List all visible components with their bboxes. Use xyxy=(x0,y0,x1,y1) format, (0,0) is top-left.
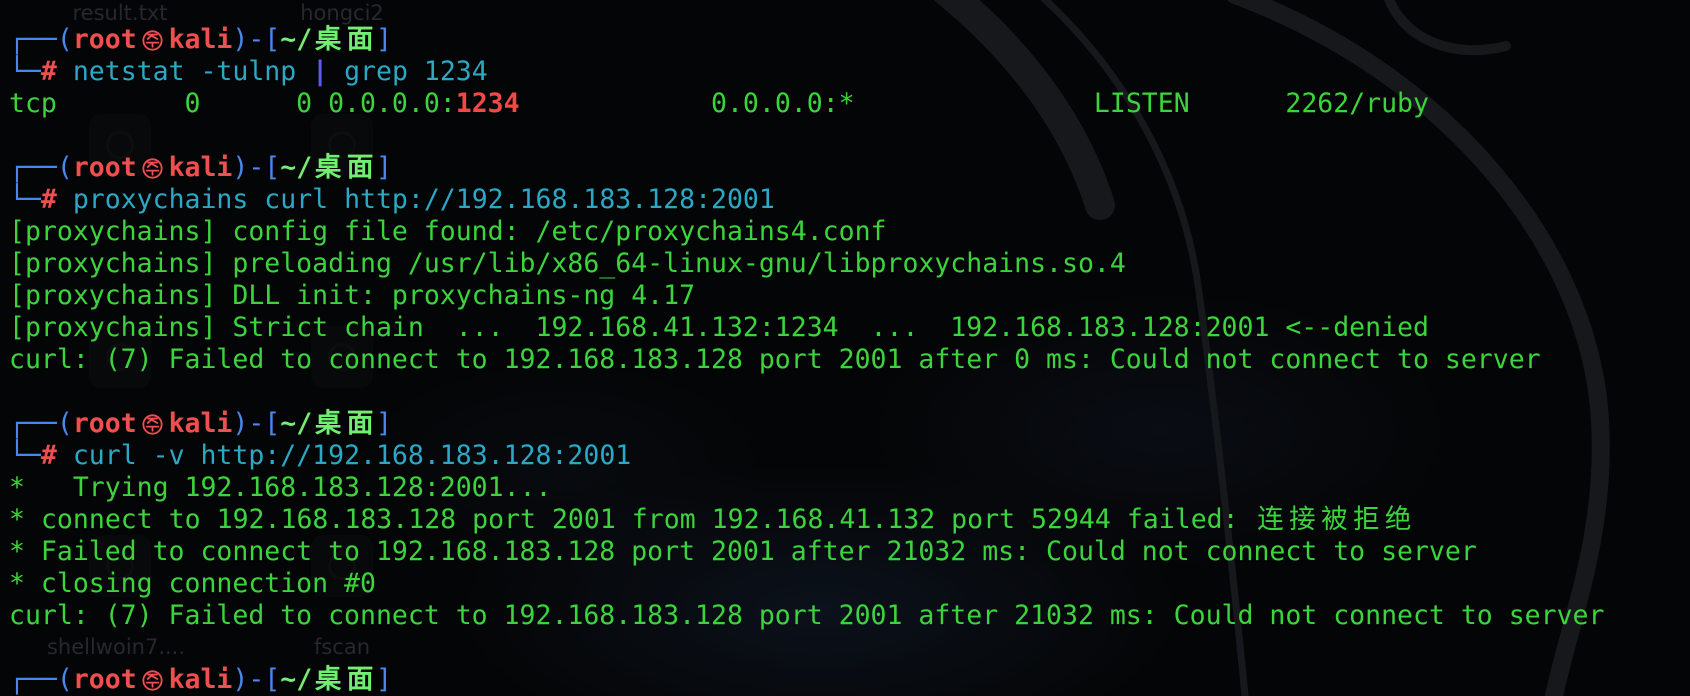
prompt-box-bottom: └─ xyxy=(9,184,41,215)
wide-char: 桌 xyxy=(314,664,342,695)
prompt-host: kali xyxy=(168,152,233,183)
output-text: [proxychains] preloading /usr/lib/x86_64… xyxy=(9,248,1126,279)
command-text: proxychains curl http://192.168.183.128:… xyxy=(72,184,775,215)
prompt-host: kali xyxy=(168,408,233,439)
prompt-box-top: ┌──( xyxy=(9,24,73,55)
prompt-path: ~/桌面 xyxy=(280,408,376,440)
prompt-host: kali xyxy=(168,24,233,55)
command-text: grep 1234 xyxy=(328,56,488,87)
output-text: * connect to 192.168.183.128 port 2001 f… xyxy=(9,504,1414,536)
prompt-path: ~/桌面 xyxy=(280,664,376,696)
command-line: └─ # proxychains curl http://192.168.183… xyxy=(9,184,1690,216)
kali-at-icon xyxy=(137,664,169,696)
prompt-line: ┌──( root kali )-[ ~/桌面 ] xyxy=(9,152,1690,184)
output-line: * closing connection #0 xyxy=(9,568,1690,600)
prompt-user: root xyxy=(72,152,137,183)
wide-char: 被 xyxy=(1321,504,1348,535)
command-text: curl -v http://192.168.183.128:2001 xyxy=(72,440,632,471)
output-text: [proxychains] config file found: /etc/pr… xyxy=(9,216,887,247)
output-text: [proxychains] DLL init: proxychains-ng 4… xyxy=(9,280,696,311)
prompt-symbol: # xyxy=(40,56,57,87)
wide-char: 桌 xyxy=(314,408,342,439)
output-text: [proxychains] Strict chain ... 192.168.4… xyxy=(9,312,1429,343)
prompt-host: kali xyxy=(168,664,233,695)
prompt-path: ~/桌面 xyxy=(280,152,376,184)
prompt-path-open: )-[ xyxy=(232,24,281,55)
prompt-path-close: ] xyxy=(376,24,392,55)
prompt-box-bottom: └─ xyxy=(9,440,41,471)
prompt-path-open: )-[ xyxy=(232,664,281,695)
wide-char: 连 xyxy=(1257,504,1284,535)
command-line: └─ # netstat -tulnp | grep 1234 xyxy=(9,56,1690,88)
output-text: * Failed to connect to 192.168.183.128 p… xyxy=(9,536,1477,567)
prompt-symbol: # xyxy=(40,440,57,471)
prompt-box-top: ┌──( xyxy=(9,408,73,439)
wide-char: 拒 xyxy=(1352,504,1380,535)
prompt-line: ┌──( root kali )-[ ~/桌面 ] xyxy=(9,664,1690,696)
wide-char: 桌 xyxy=(314,152,342,183)
output-text: curl: (7) Failed to connect to 192.168.1… xyxy=(9,344,1541,375)
output-line: tcp 0 0 0.0.0.0: 1234 0.0.0.0:* LISTEN 2… xyxy=(9,88,1690,120)
prompt-path-close: ] xyxy=(376,408,392,439)
output-line: * Failed to connect to 192.168.183.128 p… xyxy=(9,536,1690,568)
output-text: tcp 0 0 0.0.0.0: xyxy=(9,88,456,119)
wide-char: 面 xyxy=(346,408,374,439)
prompt-line: ┌──( root kali )-[ ~/桌面 ] xyxy=(9,24,1690,56)
terminal[interactable]: ┌──( root kali )-[ ~/桌面 ] └─ # netstat -… xyxy=(9,24,1690,696)
kali-at-icon xyxy=(137,24,169,56)
prompt-user: root xyxy=(72,24,137,55)
output-line: [proxychains] config file found: /etc/pr… xyxy=(9,216,1690,248)
output-text: * closing connection #0 xyxy=(9,568,376,599)
wide-char: 面 xyxy=(346,664,374,695)
prompt-box-top: ┌──( xyxy=(9,152,73,183)
desktop-icon-label: hongci2 xyxy=(300,1,384,25)
prompt-box-bottom: └─ xyxy=(9,56,41,87)
kali-at-icon xyxy=(137,152,169,184)
prompt-path-close: ] xyxy=(376,664,392,695)
command-text: netstat -tulnp xyxy=(72,56,313,87)
wide-char: 绝 xyxy=(1384,504,1412,535)
output-line: * Trying 192.168.183.128:2001... xyxy=(9,472,1690,504)
pipe-symbol: | xyxy=(312,56,329,87)
output-text: * Trying 192.168.183.128:2001... xyxy=(9,472,552,503)
command-line: └─ # curl -v http://192.168.183.128:2001 xyxy=(9,440,1690,472)
wide-char: 接 xyxy=(1289,504,1316,535)
output-line: [proxychains] Strict chain ... 192.168.4… xyxy=(9,312,1690,344)
output-line: * connect to 192.168.183.128 port 2001 f… xyxy=(9,504,1690,536)
kali-at-icon xyxy=(137,408,169,440)
prompt-user: root xyxy=(72,664,137,695)
prompt-symbol: # xyxy=(40,184,57,215)
output-text: 0.0.0.0:* LISTEN 2262/ruby xyxy=(519,88,1429,119)
prompt-path-close: ] xyxy=(376,152,392,183)
output-line: [proxychains] preloading /usr/lib/x86_64… xyxy=(9,248,1690,280)
output-line: curl: (7) Failed to connect to 192.168.1… xyxy=(9,600,1690,632)
prompt-user: root xyxy=(72,408,137,439)
prompt-path: ~/桌面 xyxy=(280,24,376,56)
grep-match: 1234 xyxy=(455,88,520,119)
prompt-line: ┌──( root kali )-[ ~/桌面 ] xyxy=(9,408,1690,440)
output-text: curl: (7) Failed to connect to 192.168.1… xyxy=(9,600,1605,631)
prompt-path-open: )-[ xyxy=(232,408,281,439)
wide-char: 桌 xyxy=(314,24,342,55)
output-line: curl: (7) Failed to connect to 192.168.1… xyxy=(9,344,1690,376)
wide-char: 面 xyxy=(346,24,374,55)
prompt-path-open: )-[ xyxy=(232,152,281,183)
output-line: [proxychains] DLL init: proxychains-ng 4… xyxy=(9,280,1690,312)
wide-char: 面 xyxy=(346,152,374,183)
prompt-box-top: ┌──( xyxy=(9,664,73,695)
desktop-icon-label: result.txt xyxy=(72,1,168,25)
